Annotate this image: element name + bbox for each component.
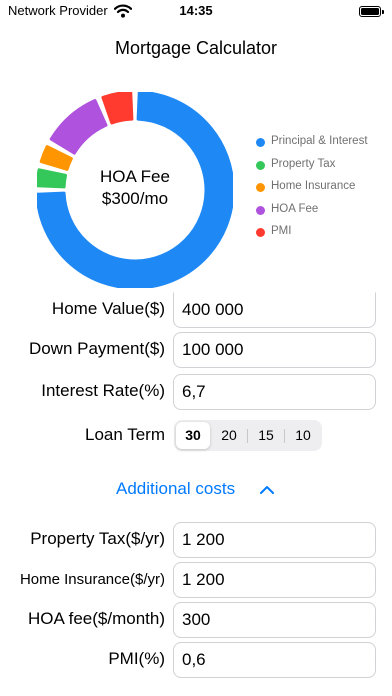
clock: 14:35 xyxy=(179,3,213,18)
home-value-field[interactable]: 400 000 xyxy=(173,292,376,328)
segment-divider xyxy=(284,429,285,443)
legend-label: Principal & Interest xyxy=(271,135,368,147)
loan-term-label: Loan Term xyxy=(84,425,165,444)
home-value-row: Home Value($) 400 000 xyxy=(0,292,392,328)
legend-swatch xyxy=(256,228,265,238)
property-tax-field[interactable]: 1 200 xyxy=(173,522,376,558)
segment-divider xyxy=(247,429,248,443)
legend-swatch xyxy=(256,138,265,147)
legend-label: Home Insurance xyxy=(271,180,356,193)
home-insurance-field[interactable]: 1 200 xyxy=(173,562,376,598)
legend-label: Property Tax xyxy=(271,157,336,170)
legend-swatch xyxy=(256,183,265,193)
pmi-row: PMI(%) 0,6 xyxy=(0,642,392,678)
loan-term-option-20[interactable]: 20 xyxy=(212,422,246,449)
property-tax-label: Property Tax($/yr) xyxy=(30,529,165,548)
property-tax-row: Property Tax($/yr) 1 200 xyxy=(0,522,392,558)
donut-segment xyxy=(49,99,108,155)
battery-icon xyxy=(359,6,384,17)
loan-term-option-15[interactable]: 15 xyxy=(249,422,283,449)
pmi-label: PMI(%) xyxy=(108,649,165,668)
home-insurance-row: Home Insurance($/yr) 1 200 xyxy=(0,562,392,598)
loan-term-option-10[interactable]: 10 xyxy=(286,422,320,449)
hoa-fee-field[interactable]: 300 xyxy=(173,602,376,638)
donut-segment xyxy=(101,92,134,125)
chart-center-value: $300/mo xyxy=(101,189,169,208)
additional-costs-toggle[interactable]: Additional costs xyxy=(116,479,274,503)
chart-center-label: HOA Fee $300/mo xyxy=(37,166,233,210)
loan-term-option-30[interactable]: 30 xyxy=(176,422,210,449)
legend-swatch xyxy=(256,205,265,215)
loan-term-selector[interactable]: 30 20 15 10 xyxy=(174,420,322,451)
interest-rate-field[interactable]: 6,7 xyxy=(173,374,376,410)
home-value-label: Home Value($) xyxy=(51,299,165,318)
chart-center-title: HOA Fee xyxy=(100,167,170,186)
interest-rate-row: Interest Rate(%) 6,7 xyxy=(0,374,392,410)
interest-rate-label: Interest Rate(%) xyxy=(41,381,165,400)
hoa-fee-row: HOA fee($/month) 300 xyxy=(0,602,392,638)
hoa-fee-label: HOA fee($/month) xyxy=(27,609,165,628)
down-payment-label: Down Payment($) xyxy=(28,339,165,358)
legend-label: HOA Fee xyxy=(271,202,319,215)
home-insurance-label: Home Insurance($/yr) xyxy=(19,571,165,588)
chevron-up-icon xyxy=(260,486,274,494)
legend-label: PMI xyxy=(271,225,292,238)
legend-swatch xyxy=(256,160,265,170)
pmi-field[interactable]: 0,6 xyxy=(173,642,376,678)
status-bar: Network Provider 14:35 xyxy=(0,0,392,24)
down-payment-field[interactable]: 100 000 xyxy=(173,332,376,368)
down-payment-row: Down Payment($) 100 000 xyxy=(0,332,392,368)
page-title: Mortgage Calculator xyxy=(114,38,278,58)
additional-costs-label: Additional costs xyxy=(116,479,236,498)
